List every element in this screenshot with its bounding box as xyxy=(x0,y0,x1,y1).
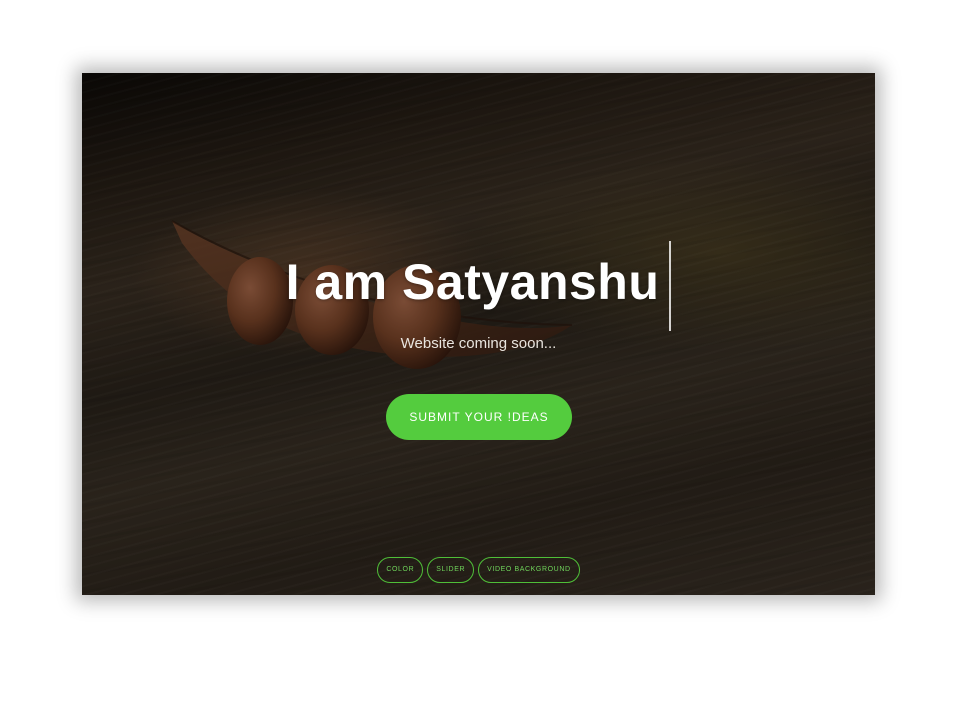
hero-content: I am Satyanshu Website coming soon... SU… xyxy=(82,73,875,595)
hero-subtitle: Website coming soon... xyxy=(400,335,557,352)
submit-ideas-button[interactable]: SUBMIT YOUR !DEAS xyxy=(386,394,572,440)
title-wrapper: I am Satyanshu xyxy=(82,241,875,331)
variant-switcher: COLOR SLIDER VIDEO BACKGROUND xyxy=(82,557,875,583)
variant-slider-button[interactable]: SLIDER xyxy=(427,557,475,583)
hero-title: I am Satyanshu xyxy=(286,241,672,331)
hero-section: I am Satyanshu Website coming soon... SU… xyxy=(82,73,875,595)
variant-color-button[interactable]: COLOR xyxy=(377,557,424,583)
variant-video-background-button[interactable]: VIDEO BACKGROUND xyxy=(478,557,580,583)
